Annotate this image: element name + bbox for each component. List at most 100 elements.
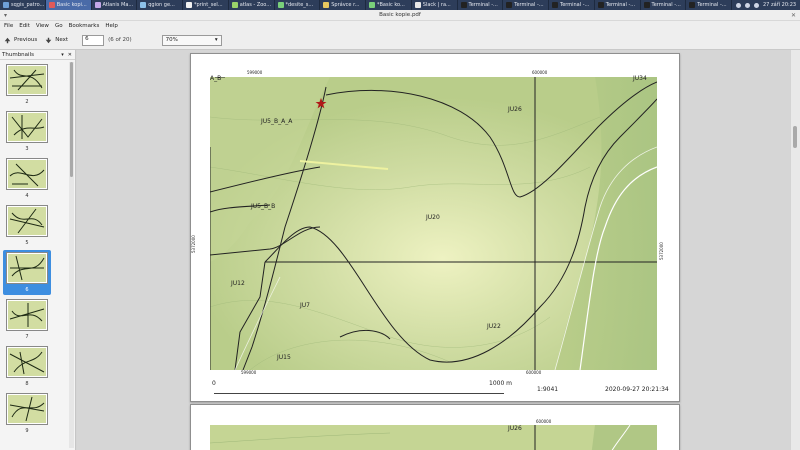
terminal-icon: [643, 2, 650, 8]
sidebar-menu-icon[interactable]: ▾: [61, 52, 64, 58]
zone-label: JU5_B_B: [251, 203, 276, 210]
taskbar-app-9[interactable]: *Basic ko...: [366, 0, 412, 10]
menu-edit[interactable]: Edit: [19, 23, 30, 29]
thumbnail-label: 4: [25, 193, 29, 199]
next-button[interactable]: Next: [41, 33, 72, 47]
taskbar-app-2[interactable]: Basic kopi...: [45, 0, 92, 10]
zone-label: A_B: [210, 75, 222, 82]
taskbar-app-3[interactable]: Atlanis Ma...: [92, 0, 138, 10]
menu-help[interactable]: Help: [105, 23, 118, 29]
map-thumbnail-icon: [8, 66, 46, 94]
thumbnail-label: 2: [25, 99, 29, 105]
thumbnail-page-7[interactable]: 7: [3, 297, 51, 342]
terminal-icon: [506, 2, 513, 8]
toolbar: Previous Next 6 (6 of 20) 70% ▾: [0, 31, 800, 50]
thumbnail-page-8[interactable]: 8: [3, 344, 51, 389]
thumbnail-image: [6, 64, 48, 96]
zone-label: JU22: [487, 323, 501, 330]
network-icon[interactable]: [736, 2, 741, 8]
arrow-up-icon: [4, 37, 11, 43]
terminal-icon: [460, 2, 467, 8]
document-view[interactable]: A_B JU34 JU26 JU5_B_A_A JU5_B_B JU20 JU1…: [77, 50, 790, 450]
zone-label: JU26: [508, 425, 522, 432]
thumbnail-image: [6, 158, 48, 190]
thumbnail-label: 8: [25, 381, 29, 387]
sidebar-scrollbar[interactable]: [69, 62, 74, 448]
taskbar-app-6[interactable]: atlas - Zoo...: [229, 0, 275, 10]
thumbnail-page-2[interactable]: 2: [3, 62, 51, 107]
scale-ratio: 1:9041: [537, 386, 559, 393]
window-titlebar: Basic kopie.pdf ▾ ✕: [0, 10, 800, 21]
map-thumbnail-icon: [8, 301, 46, 329]
terminal-icon: [597, 2, 604, 8]
thumbnail-image: [6, 393, 48, 425]
sidebar-title: Thumbnails: [2, 51, 34, 58]
taskbar-app-4[interactable]: qgion ge...: [137, 0, 183, 10]
document-scrollbar[interactable]: [791, 50, 800, 450]
thumbnail-label: 3: [25, 146, 29, 152]
taskbar-app-13[interactable]: Terminal -...: [549, 0, 595, 10]
taskbar-app-7[interactable]: *desite_s...: [275, 0, 321, 10]
sidebar-close-icon[interactable]: ✕: [68, 52, 72, 58]
zone-label: JU5_B_A_A: [261, 118, 293, 125]
thumbnail-label: 6: [25, 287, 29, 293]
thumbnail-page-6[interactable]: 6: [3, 250, 51, 295]
menu-view[interactable]: View: [36, 23, 49, 29]
taskbar-app-14[interactable]: Terminal -...: [595, 0, 641, 10]
document-icon: [186, 2, 192, 8]
zone-label: JU34: [633, 75, 647, 82]
thumbnail-page-3[interactable]: 3: [3, 109, 51, 154]
page-number-input[interactable]: 6: [82, 34, 105, 46]
menu-go[interactable]: Go: [55, 23, 63, 29]
notification-icon[interactable]: [754, 2, 759, 8]
menu-file[interactable]: File: [4, 23, 13, 29]
thumbnail-page-5[interactable]: 5: [3, 203, 51, 248]
clock[interactable]: 27 září 20:23: [763, 2, 796, 8]
taskbar-app-11[interactable]: Terminal -...: [458, 0, 504, 10]
app-icon: [140, 2, 147, 8]
scale-start: 0: [212, 380, 216, 387]
taskbar: sqgis_patro... Basic kopi... Atlanis Ma.…: [0, 0, 800, 10]
thumbnails-sidebar: Thumbnails ▾ ✕ 2 3 4 5 6 7 8 9: [0, 50, 76, 450]
taskbar-app-15[interactable]: Terminal -...: [641, 0, 687, 10]
zone-label: JU20: [426, 214, 440, 221]
taskbar-app-10[interactable]: Slack | ra...: [412, 0, 458, 10]
taskbar-app-8[interactable]: Správce r...: [320, 0, 366, 10]
app-icon: [277, 2, 284, 8]
thumbnail-page-9[interactable]: 9: [3, 391, 51, 436]
terminal-icon: [689, 2, 696, 8]
thumbnail-page-4[interactable]: 4: [3, 156, 51, 201]
thumbnail-label: 7: [25, 334, 29, 340]
coord-label-top: 599000: [247, 70, 263, 75]
previous-button[interactable]: Previous: [0, 33, 41, 47]
taskbar-app-12[interactable]: Terminal -...: [503, 0, 549, 10]
app-icon: [369, 2, 375, 8]
document-scrollbar-thumb[interactable]: [793, 126, 797, 148]
zone-label: JU26: [508, 106, 522, 113]
coord-label-left: 5372000: [191, 235, 196, 253]
coord-label-bottom: 599000: [241, 370, 257, 375]
taskbar-app-16[interactable]: Terminal -...: [686, 0, 732, 10]
page-count: (6 of 20): [108, 37, 132, 43]
map-thumbnail-icon: [8, 113, 46, 141]
sidebar-scrollbar-thumb[interactable]: [70, 62, 73, 177]
app-icon: [3, 2, 9, 8]
thumbnail-image: [6, 299, 48, 331]
system-tray: 27 září 20:23: [732, 2, 800, 8]
window-title: Basic kopie.pdf: [379, 12, 421, 18]
window-menu-icon[interactable]: ▾: [4, 12, 7, 19]
thumbnail-image: [6, 111, 48, 143]
thumbnail-label: 9: [25, 428, 29, 434]
thumbnail-image: [6, 205, 48, 237]
close-icon[interactable]: ✕: [791, 12, 796, 19]
volume-icon[interactable]: [745, 2, 750, 8]
zoom-select[interactable]: 70% ▾: [161, 34, 222, 46]
taskbar-app-1[interactable]: sqgis_patro...: [0, 0, 46, 10]
map-timestamp: 2020-09-27 20:21:34: [605, 386, 669, 393]
taskbar-app-5[interactable]: *print_sel...: [183, 0, 229, 10]
thumbnail-image: [6, 252, 48, 284]
zone-label: JU15: [277, 354, 291, 361]
menu-bookmarks[interactable]: Bookmarks: [69, 23, 100, 29]
app-icon: [231, 2, 238, 8]
chevron-down-icon: ▾: [214, 37, 218, 43]
